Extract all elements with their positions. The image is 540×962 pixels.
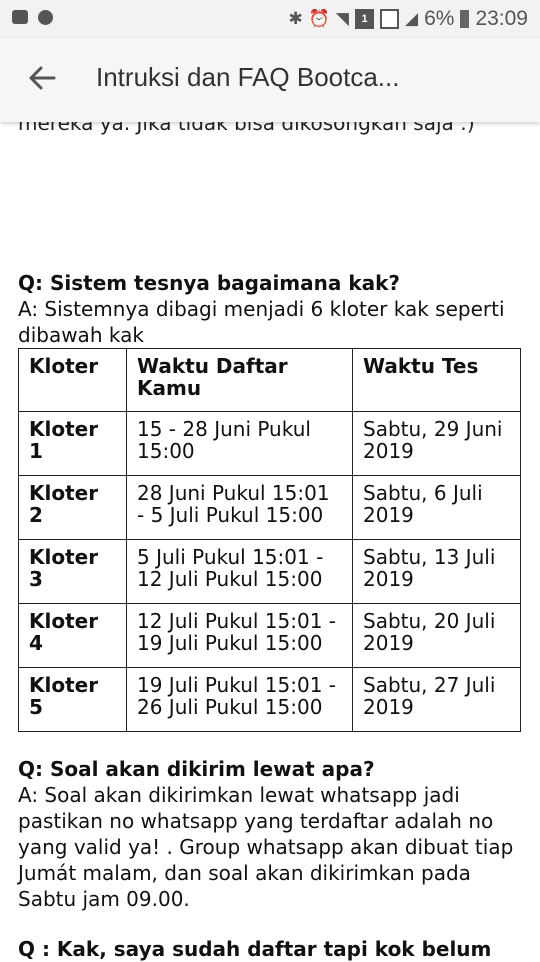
system-indicators: ✱ ⏰ ◥ 1 ◢ 6% 23:09 [289,7,529,31]
cell-waktu-tes: Sabtu, 13 Juli 2019 [352,539,521,604]
cell-waktu-daftar: 12 Juli Pukul 15:01 - 19 Juli Pukul 15:0… [126,603,353,668]
question-1: Q: Sistem tesnya bagaimana kak? [18,271,401,295]
app-bar: Intruksi dan FAQ Bootca... [0,38,540,122]
cell-kloter: Kloter 3 [18,539,127,604]
header-waktu-tes: Waktu Tes [352,348,521,412]
bluetooth-icon: ✱ [288,9,303,28]
answer-2: A: Soal akan dikirimkan lewat whatsapp j… [18,783,514,911]
wifi-icon: ◥ [335,9,349,28]
header-kloter: Kloter [18,348,127,412]
clock: 23:09 [475,7,528,30]
answer-1: A: Sistemnya dibagi menjadi 6 kloter kak… [18,297,505,347]
table-row: Kloter 4 12 Juli Pukul 15:01 - 19 Juli P… [18,603,521,668]
schedule-table: Kloter Waktu Daftar Kamu Waktu Tes Klote… [18,348,521,732]
notification-icons [12,10,53,25]
cell-kloter: Kloter 5 [18,667,127,732]
table-row: Kloter 3 5 Juli Pukul 15:01 - 12 Juli Pu… [18,539,521,604]
table-row: Kloter 2 28 Juni Pukul 15:01 - 5 Juli Pu… [18,475,521,540]
app-notification-icon [38,10,53,25]
sim-icon: 1 [355,9,374,29]
page-title: Intruksi dan FAQ Bootca... [96,62,400,92]
cell-kloter: Kloter 4 [18,603,127,668]
question-3: Q : Kak, saya sudah daftar tapi kok belu… [18,937,492,961]
cell-waktu-daftar: 19 Juli Pukul 15:01 - 26 Juli Pukul 15:0… [126,667,353,732]
cell-waktu-daftar: 28 Juni Pukul 15:01 - 5 Juli Pukul 15:00 [126,475,353,540]
signal-empty-icon [380,9,399,29]
question-2: Q: Soal akan dikirim lewat apa? [18,757,375,781]
alarm-icon: ⏰ [308,9,330,28]
cell-waktu-daftar: 15 - 28 Juni Pukul 15:00 [126,411,353,476]
cell-waktu-daftar: 5 Juli Pukul 15:01 - 12 Juli Pukul 15:00 [126,539,353,604]
signal-icon: ◢ [405,9,419,28]
battery-percent: 6% [424,7,455,30]
article-content: mereka ya. Jika tidak bisa dikosongkan s… [18,110,522,962]
cell-kloter: Kloter 2 [18,475,127,540]
youtube-icon [12,10,28,24]
cell-waktu-tes: Sabtu, 20 Juli 2019 [352,603,521,668]
cell-waktu-tes: Sabtu, 27 Juli 2019 [352,667,521,732]
back-arrow-icon[interactable] [26,62,58,94]
table-row: Kloter 5 19 Juli Pukul 15:01 - 26 Juli P… [18,667,521,732]
battery-icon [460,10,470,28]
cell-waktu-tes: Sabtu, 6 Juli 2019 [352,475,521,540]
cell-kloter: Kloter 1 [18,411,127,476]
cell-waktu-tes: Sabtu, 29 Juni 2019 [352,411,521,476]
status-bar: ✱ ⏰ ◥ 1 ◢ 6% 23:09 [0,0,540,38]
table-row: Kloter 1 15 - 28 Juni Pukul 15:00 Sabtu,… [18,411,521,476]
header-waktu-daftar: Waktu Daftar Kamu [126,348,353,412]
